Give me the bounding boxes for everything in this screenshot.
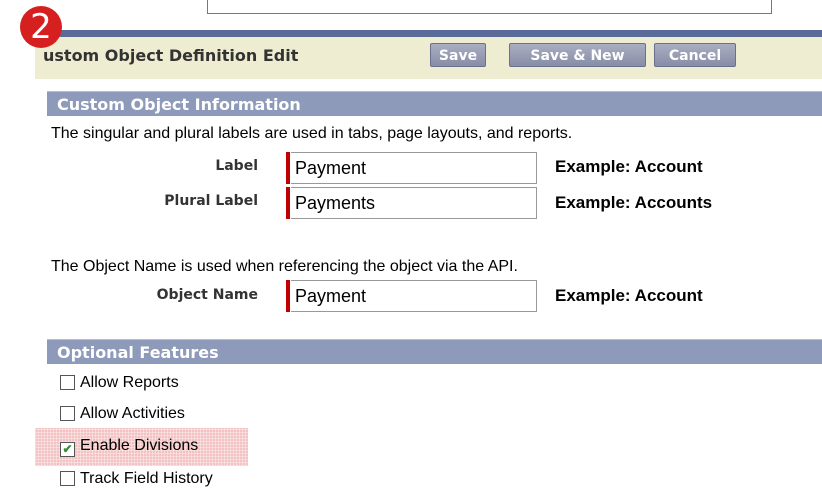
page-header: ustom Object Definition Edit Save Save &… <box>35 37 822 79</box>
required-marker <box>286 187 290 219</box>
label-input[interactable]: Payment <box>291 152 537 184</box>
plural-label-example: Example: Accounts <box>555 193 713 212</box>
label-field-label: Label <box>215 158 258 174</box>
object-name-input[interactable]: Payment <box>291 280 537 312</box>
checkbox-allow-activities[interactable]: Allow Activities <box>60 403 185 425</box>
checkbox-label: Track Field History <box>80 470 213 487</box>
section-header-custom-object-information: Custom Object Information <box>47 91 822 116</box>
checkbox-label: Allow Activities <box>80 405 185 422</box>
checkmark-icon[interactable]: ✔ <box>60 442 75 457</box>
save-and-new-button[interactable]: Save & New <box>509 43 646 67</box>
required-marker <box>286 152 290 184</box>
step-number-badge: 2 <box>20 6 62 48</box>
checkbox-enable-divisions[interactable]: ✔ Enable Divisions <box>60 435 198 457</box>
labels-description: The singular and plural labels are used … <box>51 125 573 142</box>
object-name-field-label: Object Name <box>156 287 258 303</box>
checkbox-unchecked-icon[interactable] <box>60 375 75 390</box>
checkbox-allow-reports[interactable]: Allow Reports <box>60 372 179 394</box>
required-marker <box>286 280 290 312</box>
save-button[interactable]: Save <box>430 43 486 67</box>
plural-label-field-label: Plural Label <box>164 193 258 209</box>
page-title: ustom Object Definition Edit <box>43 46 299 65</box>
checkbox-label: Enable Divisions <box>80 437 199 454</box>
section-header-optional-features: Optional Features <box>47 339 822 364</box>
header-accent-bar <box>35 30 822 37</box>
checkbox-unchecked-icon[interactable] <box>60 471 75 486</box>
object-name-description: The Object Name is used when referencing… <box>51 258 518 275</box>
object-name-example: Example: Account <box>555 286 703 305</box>
label-example: Example: Account <box>555 157 703 176</box>
checkbox-unchecked-icon[interactable] <box>60 406 75 421</box>
plural-label-input[interactable]: Payments <box>291 187 537 219</box>
checkbox-track-field-history[interactable]: Track Field History <box>60 468 213 490</box>
cancel-button[interactable]: Cancel <box>654 43 736 67</box>
top-container-box <box>207 0 772 14</box>
checkbox-label: Allow Reports <box>80 374 179 391</box>
